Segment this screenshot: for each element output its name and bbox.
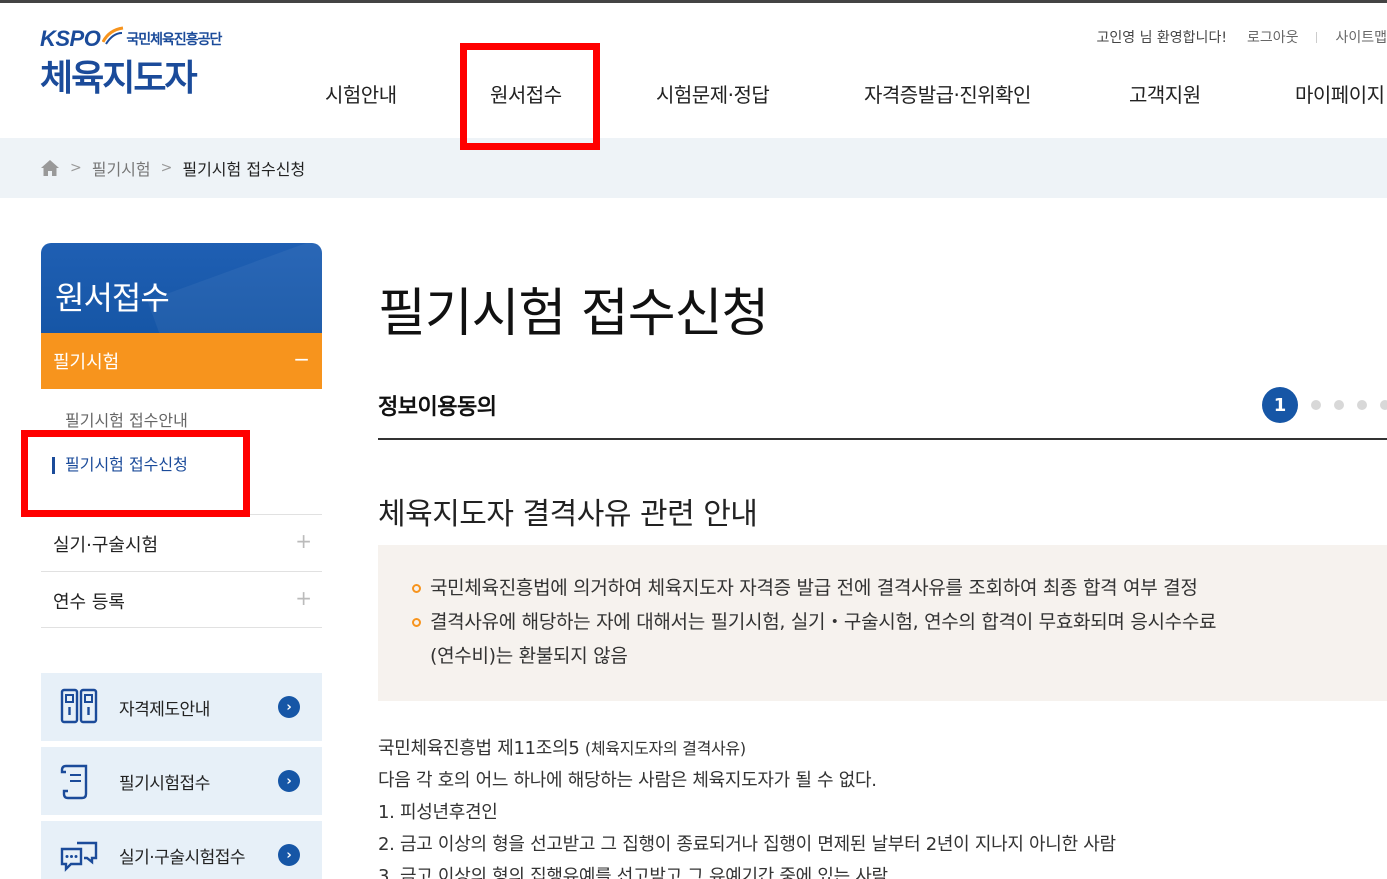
- current-step-badge: 1: [1262, 387, 1298, 423]
- kspo-logo-text: KSPO: [40, 26, 101, 51]
- divider: [378, 438, 1387, 440]
- breadcrumb-current: 필기시험 접수신청: [182, 160, 306, 179]
- highlight-box-nav: [460, 43, 600, 150]
- quick-link-practical[interactable]: 실기·구술시험접수 ›: [41, 821, 322, 879]
- document-pair-icon: [60, 688, 98, 724]
- expand-icon: +: [295, 586, 312, 610]
- site-title: 체육지도자: [40, 58, 198, 99]
- notice-box: 국민체육진흥법에 의거하여 체육지도자 자격증 발급 전에 결격사유를 조회하여…: [378, 545, 1387, 701]
- speech-bubbles-icon: [60, 841, 98, 872]
- arrow-right-icon: ›: [278, 696, 300, 718]
- site-header: KSPO 국민체육진흥공단 체육지도자 고인영 님 환영합니다! 로그아웃 사이…: [0, 3, 1387, 138]
- logout-link[interactable]: 로그아웃: [1247, 27, 1299, 47]
- step-title: 정보이용동의: [378, 395, 497, 420]
- notice-text: (연수비)는 환불되지 않음: [430, 645, 628, 667]
- site-logo[interactable]: KSPO 국민체육진흥공단 체육지도자: [40, 25, 222, 99]
- sidebar-group-label: 필기시험: [53, 352, 120, 373]
- step-dot: [1334, 400, 1344, 410]
- nav-mypage[interactable]: 마이페이지: [1295, 79, 1385, 108]
- step-indicator: 1: [1262, 387, 1387, 423]
- home-icon[interactable]: [40, 159, 60, 177]
- quick-link-label: 실기·구술시험접수: [119, 847, 246, 868]
- sidebar-group-label: 연수 등록: [53, 592, 125, 613]
- breadcrumb: > 필기시험 > 필기시험 접수신청: [40, 156, 305, 180]
- law-text: 국민체육진흥법 제11조의5 (체육지도자의 결격사유) 다음 각 호의 어느 …: [378, 733, 1116, 879]
- arrow-right-icon: ›: [278, 844, 300, 866]
- nav-exam-info[interactable]: 시험안내: [325, 79, 397, 108]
- expand-icon: +: [295, 529, 312, 553]
- chevron-right-icon: >: [70, 160, 82, 176]
- step-dot: [1380, 400, 1387, 410]
- sitemap-link[interactable]: 사이트맵: [1335, 27, 1387, 47]
- arrow-right-icon: ›: [278, 770, 300, 792]
- quick-link-qualification[interactable]: 자격제도안내 ›: [41, 673, 322, 741]
- law-subtitle: (체육지도자의 결격사유): [584, 739, 746, 758]
- notice-item-continued: (연수비)는 환불되지 않음: [412, 639, 1387, 673]
- quick-link-written[interactable]: 필기시험접수 ›: [41, 747, 322, 815]
- law-line: 다음 각 호의 어느 하나에 해당하는 사람은 체육지도자가 될 수 없다.: [378, 770, 877, 791]
- quick-link-label: 필기시험접수: [119, 773, 210, 794]
- bullet-icon: [412, 618, 421, 627]
- sidebar-title: 원서접수: [41, 243, 322, 333]
- section-title: 체육지도자 결격사유 관련 안내: [378, 497, 758, 532]
- utility-menu: 고인영 님 환영합니다! 로그아웃 사이트맵: [1097, 27, 1387, 47]
- notice-item: 국민체육진흥법에 의거하여 체육지도자 자격증 발급 전에 결격사유를 조회하여…: [412, 571, 1387, 605]
- nav-support[interactable]: 고객지원: [1129, 79, 1201, 108]
- law-line: 3. 금고 이상의 형의 집행유예를 선고받고 그 유예기간 중에 있는 사람: [378, 866, 888, 879]
- step-dot: [1357, 400, 1367, 410]
- nav-questions-answers[interactable]: 시험문제·정답: [656, 79, 770, 108]
- scroll-document-icon: [60, 764, 88, 800]
- org-name: 국민체육진흥공단: [126, 32, 222, 48]
- breadcrumb-level1[interactable]: 필기시험: [92, 156, 151, 180]
- bullet-icon: [412, 584, 421, 593]
- sidebar-group-practical[interactable]: 실기·구술시험 +: [41, 514, 322, 571]
- step-dot: [1311, 400, 1321, 410]
- sidebar-group-written[interactable]: 필기시험 −: [41, 333, 322, 389]
- law-line: 2. 금고 이상의 형을 선고받고 그 집행이 종료되거나 집행이 면제된 날부…: [378, 834, 1116, 855]
- law-title: 국민체육진흥법 제11조의5: [378, 738, 580, 759]
- law-heading: 국민체육진흥법 제11조의5 (체육지도자의 결격사유): [378, 733, 1116, 765]
- page-title: 필기시험 접수신청: [378, 284, 769, 344]
- notice-text: 결격사유에 해당하는 자에 대해서는 필기시험, 실기・구술시험, 연수의 합격…: [430, 611, 1217, 633]
- collapse-icon: −: [293, 347, 310, 371]
- chevron-right-icon: >: [160, 160, 173, 176]
- divider: [1316, 31, 1318, 43]
- breadcrumb-bar: > 필기시험 > 필기시험 접수신청: [0, 138, 1387, 198]
- kspo-logo: KSPO 국민체육진흥공단: [40, 25, 222, 53]
- highlight-box-sidebar: [21, 430, 250, 517]
- notice-item: 결격사유에 해당하는 자에 대해서는 필기시험, 실기・구술시험, 연수의 합격…: [412, 605, 1387, 639]
- notice-text: 국민체육진흥법에 의거하여 체육지도자 자격증 발급 전에 결격사유를 조회하여…: [430, 577, 1198, 599]
- nav-certificate[interactable]: 자격증발급·진위확인: [864, 79, 1031, 108]
- sidebar-group-label: 실기·구술시험: [53, 535, 159, 556]
- law-line: 1. 피성년후견인: [378, 802, 498, 823]
- sidebar-group-training[interactable]: 연수 등록 +: [41, 571, 322, 628]
- welcome-text: 고인영 님 환영합니다!: [1096, 30, 1227, 46]
- kspo-swoosh-icon: [102, 26, 124, 45]
- quick-link-label: 자격제도안내: [119, 699, 210, 720]
